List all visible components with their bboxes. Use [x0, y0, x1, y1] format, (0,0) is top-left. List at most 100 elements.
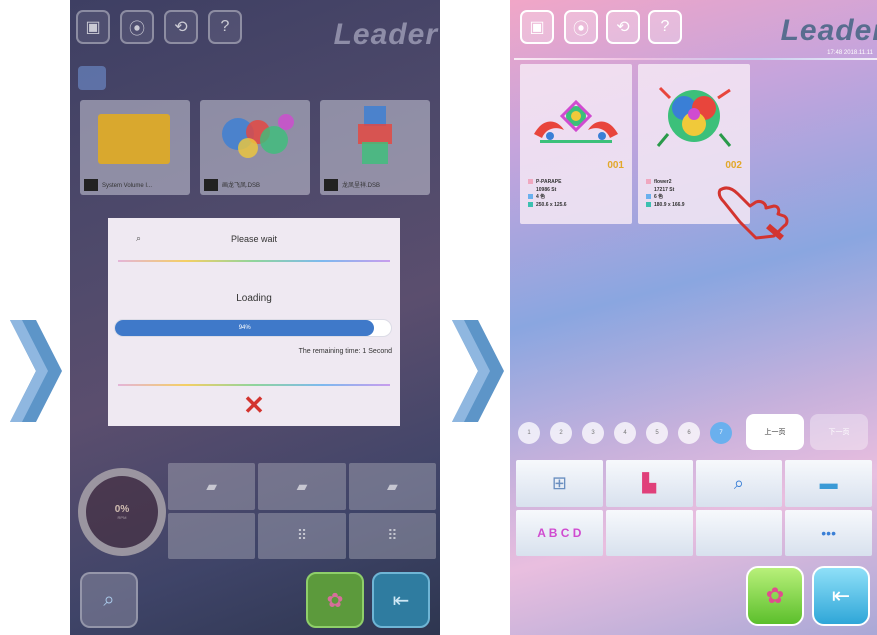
function-grid: ▰ ▰ ▰ ⠿ ⠿: [168, 463, 436, 559]
page-dot[interactable]: 1: [518, 422, 540, 444]
design-meta: P-PARAPE 10986 St 4 色 250.6 x 125.6: [528, 179, 567, 209]
file-name: 画龙飞凤.DSB: [222, 183, 261, 189]
dialog-header: ⌕ Please wait: [108, 218, 400, 260]
exit-button[interactable]: ⇤: [812, 566, 870, 626]
search-design-button[interactable]: ⌕: [80, 572, 138, 628]
usb-stick-icon: ▬: [819, 472, 838, 493]
next-page-button[interactable]: 下一页: [810, 414, 868, 450]
empty-slot: [168, 512, 256, 559]
arrow-right-icon: [10, 320, 62, 422]
brand-logo: Leader: [780, 14, 877, 47]
design-number: 002: [725, 160, 742, 171]
divider: [514, 58, 877, 60]
keypad-button[interactable]: ⠿: [348, 512, 436, 559]
screenshot-comparison: ▣ ⦿ ⟲ ? Leader System Volume I... 画龙飞凤.D…: [0, 0, 877, 635]
window-icon: ▣: [85, 19, 101, 36]
file-icon: [204, 179, 218, 191]
window-button[interactable]: ▣: [520, 10, 554, 44]
empty-slot: [695, 509, 783, 556]
page-dot-active[interactable]: 7: [710, 422, 732, 444]
sync-button[interactable]: ⟲: [606, 10, 640, 44]
folder-icon: ▰: [386, 477, 398, 494]
file-card[interactable]: 画龙飞凤.DSB: [200, 100, 310, 195]
usb-button[interactable]: ⦿: [564, 10, 598, 44]
loading-label: Loading: [236, 293, 272, 304]
sync-icon: ⟲: [174, 19, 188, 36]
page-dot[interactable]: 6: [678, 422, 700, 444]
letters-abcd-icon: A B C D: [537, 525, 582, 540]
file-icon: [324, 179, 338, 191]
design-gallery-screen: ▣ ⦿ ⟲ ? Leader 17:48 2018.11.11 001 P-PA…: [510, 0, 877, 635]
prev-page-button[interactable]: 上一页: [746, 414, 804, 450]
usb-icon: ⦿: [572, 21, 589, 38]
grid-button[interactable]: ⠿: [258, 512, 346, 559]
lettering-button[interactable]: A B C D: [516, 509, 603, 556]
exit-button[interactable]: ⇤: [372, 572, 430, 628]
speed-dial[interactable]: 0% RPM: [78, 468, 166, 556]
page-dot[interactable]: 3: [582, 422, 604, 444]
arrow-right-icon: [452, 320, 504, 422]
design-colors: 6 色: [654, 194, 664, 200]
design-number: 001: [607, 160, 624, 171]
progress-label: 94%: [238, 325, 251, 331]
speed-value: 0%: [114, 504, 130, 515]
design-stitches: 17217 St: [654, 186, 675, 193]
window-button[interactable]: ▣: [76, 10, 110, 44]
brand-logo: Leader: [333, 18, 438, 51]
file-card[interactable]: System Volume I...: [80, 100, 190, 195]
top-toolbar: ▣ ⦿ ⟲ ? Leader 17:48 2018.11.11: [510, 10, 877, 60]
divider: [118, 384, 390, 386]
stitch-chart-button[interactable]: ▙: [605, 460, 693, 507]
pattern-button[interactable]: ⊞: [516, 460, 603, 507]
more-button[interactable]: •••: [785, 509, 872, 556]
machine-icon: ▰: [296, 477, 308, 494]
design-name: flower2: [654, 179, 672, 185]
design-button[interactable]: ✿: [746, 566, 804, 626]
sync-icon: ⟲: [616, 19, 630, 36]
folder-tab-icon[interactable]: [78, 66, 106, 90]
design-meta: flower2 17217 St 6 色 180.9 x 166.9: [646, 179, 685, 209]
divider: [118, 260, 390, 262]
bar-chart-icon: ▙: [642, 472, 657, 493]
load-design-button[interactable]: ▰: [258, 463, 346, 510]
window-icon: ▣: [529, 19, 545, 36]
help-icon: ?: [660, 18, 670, 35]
machine-design-button[interactable]: ▰: [168, 463, 256, 510]
help-button[interactable]: ?: [648, 10, 682, 44]
datetime: 17:48 2018.11.11: [827, 50, 873, 56]
sync-button[interactable]: ⟲: [164, 10, 198, 44]
design-thumbnail-icon: [656, 86, 732, 147]
page-dot[interactable]: 4: [614, 422, 636, 444]
design-card[interactable]: 001 P-PARAPE 10986 St 4 色 250.6 x 125.6: [520, 64, 632, 224]
design-button[interactable]: ✿: [306, 572, 364, 628]
embroidery-thumbnail-icon: [358, 106, 392, 164]
page-dot[interactable]: 5: [646, 422, 668, 444]
file-name: System Volume I...: [102, 183, 153, 189]
more-dots-icon: •••: [821, 524, 836, 541]
folder-small-icon: [84, 179, 98, 191]
loading-screen: ▣ ⦿ ⟲ ? Leader System Volume I... 画龙飞凤.D…: [70, 0, 440, 635]
folder-icon: [98, 114, 170, 164]
close-icon[interactable]: ✕: [108, 392, 400, 418]
search-design-button[interactable]: ⌕: [695, 460, 783, 507]
page-navigation: 1 2 3 4 5 6 7 上一页 下一页: [516, 414, 876, 450]
embroidery-thumbnail-icon: [222, 114, 294, 158]
progress-fill: 94%: [115, 320, 375, 336]
file-name: 龙凤呈祥.DSB: [342, 183, 381, 189]
top-toolbar: ▣ ⦿ ⟲ ? Leader: [70, 10, 440, 60]
usb-export-button[interactable]: ▬: [785, 460, 872, 507]
flower-icon: ✿: [326, 589, 344, 612]
design-colors: 4 色: [536, 194, 546, 200]
empty-slot: [605, 509, 693, 556]
exit-icon: ⇤: [831, 583, 851, 608]
design-thumbnail-icon: [534, 99, 618, 143]
info-button[interactable]: ?: [208, 10, 242, 44]
pointing-hand-icon: [717, 186, 789, 241]
page-dot[interactable]: 2: [550, 422, 572, 444]
usb-button[interactable]: ⦿: [120, 10, 154, 44]
machine-icon: ▰: [206, 477, 218, 494]
file-card[interactable]: 龙凤呈祥.DSB: [320, 100, 430, 195]
dialog-title: Please wait: [230, 234, 278, 244]
folder-button[interactable]: ▰: [348, 463, 436, 510]
usb-icon: ⦿: [128, 21, 145, 38]
